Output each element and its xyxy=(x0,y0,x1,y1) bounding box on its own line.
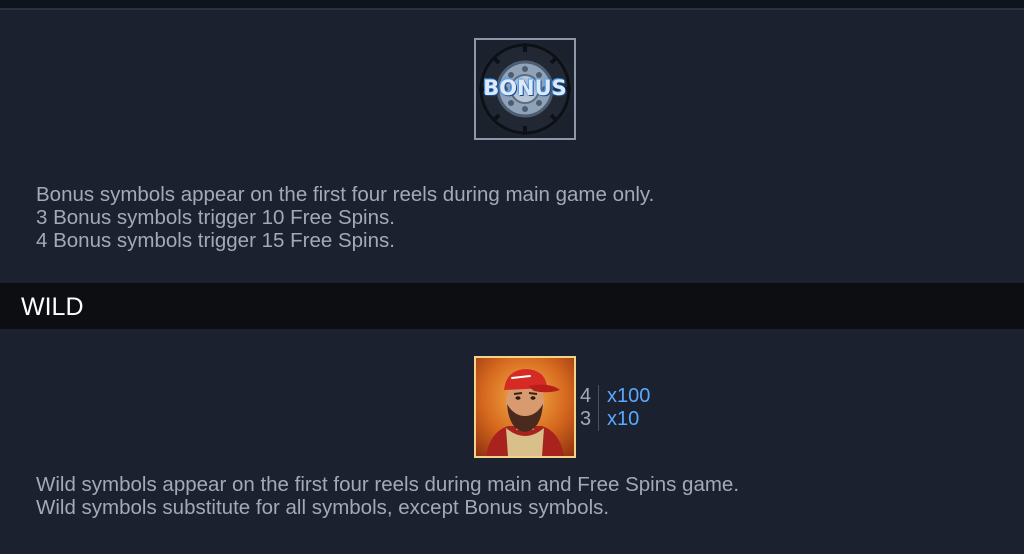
paytable-row: 4 x100 xyxy=(580,385,650,408)
bonus-line-3: 4 Bonus symbols trigger 15 Free Spins. xyxy=(36,229,395,252)
wild-section-title: WILD xyxy=(21,293,84,321)
wild-driver-icon xyxy=(474,356,576,458)
paytable-count: 4 xyxy=(580,385,599,408)
paytable-payout: x10 xyxy=(607,408,640,430)
paytable-count: 3 xyxy=(580,408,599,431)
bonus-symbol-label: BONUS xyxy=(483,76,567,100)
bonus-line-1: Bonus symbols appear on the first four r… xyxy=(36,183,655,206)
top-divider xyxy=(0,0,1024,10)
wild-section-header: WILD xyxy=(0,283,1024,329)
paytable-payout: x100 xyxy=(607,385,651,407)
wild-description: Wild symbols appear on the first four re… xyxy=(36,473,739,519)
paytable-row: 3 x10 xyxy=(580,408,650,431)
bonus-tire-icon: BONUS xyxy=(474,38,576,140)
wild-paytable: 4 x100 3 x10 xyxy=(580,385,650,431)
bonus-description: Bonus symbols appear on the first four r… xyxy=(36,183,654,252)
wild-line-1: Wild symbols appear on the first four re… xyxy=(36,473,740,496)
bonus-line-2: 3 Bonus symbols trigger 10 Free Spins. xyxy=(36,206,395,229)
wild-line-2: Wild symbols substitute for all symbols,… xyxy=(36,496,610,519)
